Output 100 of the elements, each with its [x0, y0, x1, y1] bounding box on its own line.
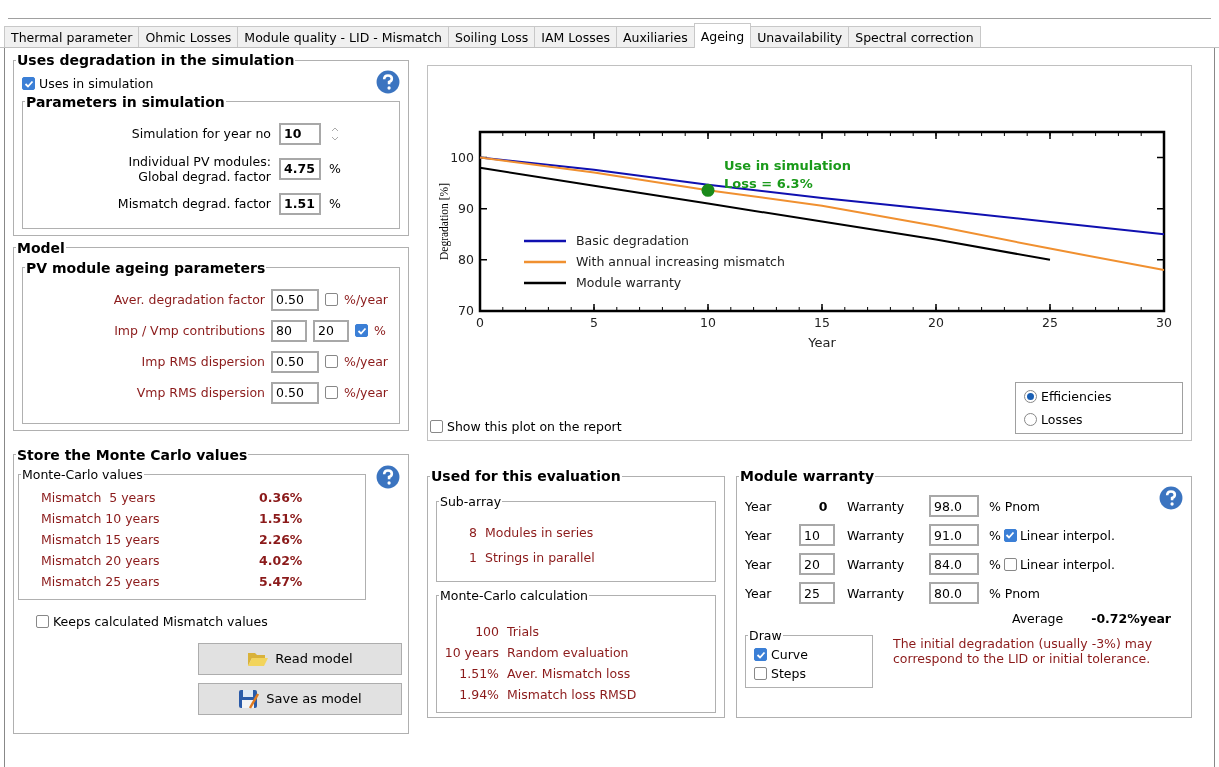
checkbox[interactable] [754, 667, 767, 680]
input-field[interactable]: 91.0 [929, 524, 979, 546]
input-field[interactable]: 4.75 [279, 157, 321, 180]
unit-label: % Pnom [989, 585, 1040, 601]
group-title: Draw [748, 628, 783, 643]
help-icon[interactable] [1159, 486, 1183, 510]
input-field[interactable]: 20 [799, 553, 835, 575]
row-label: Mismatch 25 years [41, 573, 161, 589]
legend-swatch [524, 281, 566, 285]
input-field[interactable]: 80.0 [929, 582, 979, 604]
row-label: Mismatch loss RMSD [507, 687, 637, 702]
annotation-label: Loss = 6.3% [724, 176, 813, 192]
tab[interactable]: Ohmic Losses [138, 26, 239, 47]
input-field[interactable]: 25 [799, 582, 835, 604]
row-label: Mismatch 10 years [41, 510, 161, 526]
y-tick-label: 90 [458, 200, 474, 216]
x-tick-label: 0 [476, 315, 484, 330]
x-tick-label: 25 [1042, 315, 1058, 330]
checkbox[interactable] [22, 77, 35, 90]
input-field[interactable]: 0.50 [271, 381, 319, 404]
radio-label: Losses [1041, 412, 1083, 427]
tab[interactable]: Soiling Loss [448, 26, 536, 47]
group-title: PV module ageing parameters [25, 259, 267, 276]
input-field[interactable]: 0.50 [271, 288, 319, 311]
checkbox[interactable] [36, 614, 49, 628]
marker-dot [701, 183, 715, 197]
unit-label: %/year [344, 292, 388, 307]
group-title: Module warranty [739, 468, 876, 484]
field-label: Mismatch degrad. factor [117, 196, 271, 211]
row-label: Mismatch 15 years [41, 531, 161, 547]
input-field[interactable]: 20 [313, 319, 349, 342]
field-label: Aver. degradation factor [112, 292, 265, 307]
checkbox-label: Keeps calculated Mismatch values [53, 613, 268, 629]
row-label: Trials [507, 624, 540, 639]
checkbox-label: Show this plot on the report [447, 419, 622, 434]
legend-label: Module warranty [576, 275, 682, 290]
checkbox[interactable] [430, 420, 443, 433]
checkbox[interactable] [325, 355, 338, 368]
checkbox-label: Linear interpol. [1019, 556, 1115, 572]
average-value: -0.72%year [1091, 611, 1171, 626]
help-icon[interactable] [376, 464, 400, 489]
tab[interactable]: Spectral correction [848, 26, 981, 47]
input-field[interactable]: 1.51 [279, 192, 321, 215]
radio-button[interactable] [1024, 390, 1037, 403]
field-label: Global degrad. factor [138, 168, 271, 184]
field-label: Imp RMS dispersion [140, 354, 265, 369]
input-field[interactable]: 84.0 [929, 553, 979, 575]
y-tick-label: 100 [450, 149, 474, 165]
checkbox[interactable] [754, 648, 767, 661]
field-label: Year [745, 498, 773, 514]
x-tick-label: 15 [814, 315, 830, 330]
row-value: 4.02% [259, 552, 304, 568]
help-icon[interactable] [376, 70, 400, 94]
x-tick-label: 20 [928, 315, 944, 330]
input-field[interactable]: 10 [279, 122, 321, 145]
row-value: 100 [474, 624, 499, 639]
note-text: The initial degradation (usually -3%) may correspond to the LID or initial tolerance. [893, 636, 1154, 666]
checkbox[interactable] [1003, 557, 1017, 571]
tab[interactable]: Unavailability [750, 26, 850, 47]
checkbox[interactable] [1003, 528, 1017, 542]
row-label: Strings in parallel [485, 550, 595, 565]
tab[interactable]: Auxiliaries [615, 26, 695, 47]
legend-swatch [524, 260, 566, 264]
unit-label: % [374, 323, 386, 338]
field-label: Warranty [847, 556, 906, 572]
read-button[interactable]: Read model [198, 642, 402, 675]
group-title: Monte-Carlo values [21, 466, 144, 482]
row-value: 1.51% [458, 666, 499, 681]
radio-button[interactable] [1024, 413, 1037, 426]
row-label: Random evaluation [507, 645, 629, 660]
checkbox[interactable] [325, 293, 338, 306]
unit-label: %/year [344, 354, 388, 369]
y-tick-label: 80 [458, 251, 474, 267]
unit-label: % [989, 556, 1001, 572]
field-label: Warranty [847, 585, 906, 601]
checkbox[interactable] [355, 324, 368, 337]
group-title: Uses degradation in the simulation [16, 52, 296, 68]
average-label: Average [1011, 611, 1064, 626]
checkbox[interactable] [325, 386, 338, 399]
tab[interactable]: Module quality - LID - Mismatch [237, 26, 450, 47]
field-label: Individual PV modules: [128, 153, 271, 169]
row-label: Aver. Mismatch loss [507, 666, 631, 681]
input-field[interactable]: 98.0 [929, 495, 979, 517]
field-label: Year [745, 585, 773, 601]
row-label: Mismatch 20 years [41, 552, 161, 568]
input-field[interactable]: 10 [799, 524, 835, 546]
save-button[interactable]: Save as model [198, 682, 402, 715]
tab[interactable]: Thermal parameter [4, 26, 140, 47]
y-axis-title: Degradation [%] [438, 183, 450, 260]
field-label: Year [745, 556, 773, 572]
row-label: Modules in series [485, 525, 594, 540]
checkbox-label: Linear interpol. [1019, 527, 1115, 543]
input-field[interactable]: 80 [271, 319, 307, 342]
checkbox-label: Curve [771, 647, 808, 662]
row-value: 1.51% [259, 510, 304, 526]
unit-label: % Pnom [989, 498, 1040, 514]
tab[interactable]: Ageing [693, 23, 752, 48]
row-value: 8 [468, 525, 477, 540]
input-field[interactable]: 0.50 [271, 350, 319, 373]
tab[interactable]: IAM Losses [534, 26, 617, 47]
